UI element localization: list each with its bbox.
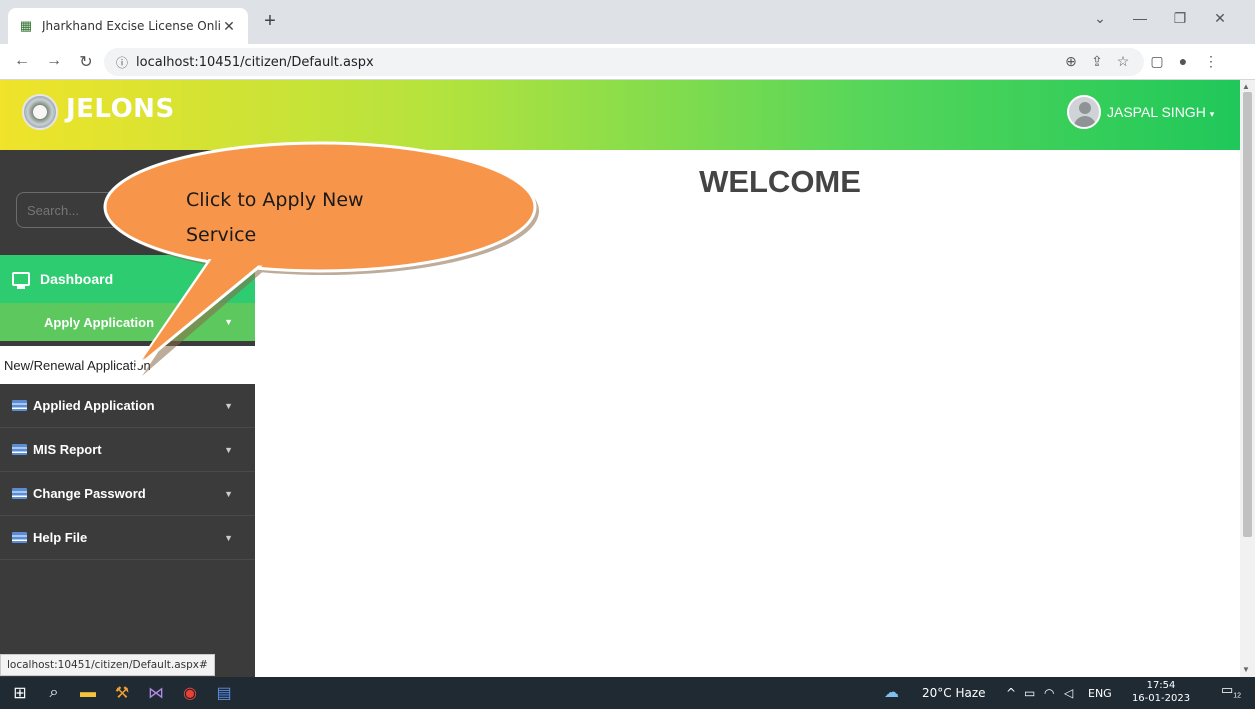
sidebar-item-label: MIS Report: [33, 442, 102, 457]
system-clock[interactable]: 17:54 16-01-2023: [1126, 679, 1196, 705]
list-icon: [12, 444, 27, 455]
sidebar-item-label: Applied Application: [33, 398, 155, 413]
share-icon[interactable]: ⇪: [1086, 53, 1108, 70]
site-favicon-icon: ▦: [19, 18, 33, 33]
visual-studio-icon[interactable]: ⋈: [140, 681, 172, 705]
emblem-logo: [22, 94, 58, 130]
windows-start-icon[interactable]: ⊞: [4, 681, 36, 705]
user-menu[interactable]: JASPAL SINGH ▾: [1107, 104, 1214, 120]
tab-close-icon[interactable]: ✕: [220, 18, 238, 35]
address-url: localhost:10451/citizen/Default.aspx: [136, 54, 374, 70]
sidebar-item-label: Apply Application: [44, 314, 155, 330]
file-explorer-icon[interactable]: ▬: [72, 681, 104, 705]
list-icon: [12, 532, 27, 543]
browser-tab[interactable]: ▦ Jharkhand Excise License Online ✕: [8, 8, 248, 44]
sidebar-item-applied-application[interactable]: Applied Application ▼: [0, 384, 255, 428]
sidebar-item-change-password[interactable]: Change Password ▼: [0, 472, 255, 516]
scroll-down-icon[interactable]: ▼: [1242, 665, 1250, 674]
weather-label[interactable]: 20°C Haze: [922, 686, 986, 700]
chevron-down-icon: ▼: [224, 400, 233, 411]
app-header: JELONS JASPAL SINGH ▾: [0, 80, 1240, 150]
address-bar[interactable]: ⓘ localhost:10451/citizen/Default.aspx: [104, 48, 1144, 76]
battery-icon[interactable]: ▭: [1024, 686, 1035, 700]
minimize-icon[interactable]: —: [1120, 10, 1160, 26]
callout-text: Click to Apply New Service: [186, 189, 364, 246]
brand-title: JELONS: [66, 94, 175, 124]
profile-icon[interactable]: ●: [1172, 53, 1194, 69]
page-scrollbar[interactable]: ▲ ▼: [1240, 80, 1255, 677]
notification-icon: ▭: [1220, 682, 1234, 697]
chevron-down-icon: ▾: [1209, 109, 1215, 119]
tray-overflow-icon[interactable]: ^: [1006, 686, 1016, 700]
user-avatar[interactable]: [1067, 95, 1101, 129]
scroll-up-icon[interactable]: ▲: [1242, 82, 1250, 91]
sidebar-subitem-new-renewal[interactable]: New/Renewal Application: [0, 346, 255, 384]
tab-title: Jharkhand Excise License Online: [42, 19, 220, 33]
language-indicator[interactable]: ENG: [1088, 687, 1112, 700]
new-tab-icon[interactable]: +: [258, 10, 282, 33]
menu-kebab-icon[interactable]: ⋮: [1200, 53, 1222, 70]
sidebar-item-label: Change Password: [33, 486, 146, 501]
clock-date: 16-01-2023: [1131, 693, 1191, 704]
browser-tabstrip: ▦ Jharkhand Excise License Online ✕ + ⌄ …: [0, 0, 1255, 44]
welcome-heading: WELCOME: [699, 164, 861, 199]
chrome-icon[interactable]: ◉: [174, 681, 206, 705]
list-icon: [12, 400, 27, 411]
word-icon[interactable]: ▤: [208, 681, 240, 705]
sidebar-item-mis-report[interactable]: MIS Report ▼: [0, 428, 255, 472]
volume-icon[interactable]: ◁: [1064, 686, 1073, 700]
notification-center[interactable]: ▭12: [1220, 682, 1242, 704]
taskbar: ⊞ ⌕ ▬ ⚒ ⋈ ◉ ▤ ☁ 20°C Haze ^ ▭ ◠ ◁ ENG 17…: [0, 677, 1255, 709]
sidebar-item-dashboard[interactable]: Dashboard: [0, 255, 255, 303]
restore-icon[interactable]: ❐: [1160, 10, 1200, 27]
sidebar-item-label: Help File: [33, 530, 88, 545]
list-icon: [12, 488, 27, 499]
sidebar-item-label: Dashboard: [40, 271, 114, 287]
chevron-down-icon: ▼: [224, 444, 233, 455]
monitor-icon: [12, 272, 30, 289]
reload-icon[interactable]: ↻: [76, 52, 96, 72]
search-icon[interactable]: ⌕: [38, 681, 70, 705]
user-name-label: JASPAL SINGH: [1107, 104, 1206, 120]
scrollbar-thumb[interactable]: [1243, 92, 1252, 537]
clock-time: 17:54: [1146, 680, 1176, 691]
sidebar-item-apply-application[interactable]: Apply Application ▼: [0, 303, 255, 341]
bookmark-star-icon[interactable]: ☆: [1112, 53, 1134, 70]
site-info-icon[interactable]: ⓘ: [116, 54, 128, 71]
chevron-down-icon: ▼: [224, 532, 233, 543]
forward-icon[interactable]: →: [44, 52, 64, 70]
sidebar-item-help-file[interactable]: Help File ▼: [0, 516, 255, 560]
weather-icon[interactable]: ☁: [884, 683, 899, 701]
status-url: localhost:10451/citizen/Default.aspx#: [0, 654, 215, 676]
side-panel-icon[interactable]: ▢: [1146, 53, 1168, 70]
sidebar-item-label: New/Renewal Application: [4, 357, 151, 373]
chevron-down-icon: ▼: [224, 317, 233, 327]
tools-app-icon[interactable]: ⚒: [106, 681, 138, 705]
browser-toolbar: ← → ↻ ⓘ localhost:10451/citizen/Default.…: [0, 44, 1255, 80]
tab-search-icon[interactable]: ⌄: [1080, 10, 1120, 27]
back-icon[interactable]: ←: [12, 52, 32, 70]
chevron-down-icon: ▼: [224, 488, 233, 499]
network-icon[interactable]: ◠: [1044, 686, 1054, 700]
notification-count: 12: [1233, 692, 1242, 700]
close-window-icon[interactable]: ✕: [1200, 10, 1240, 27]
zoom-icon[interactable]: ⊕: [1060, 53, 1082, 70]
